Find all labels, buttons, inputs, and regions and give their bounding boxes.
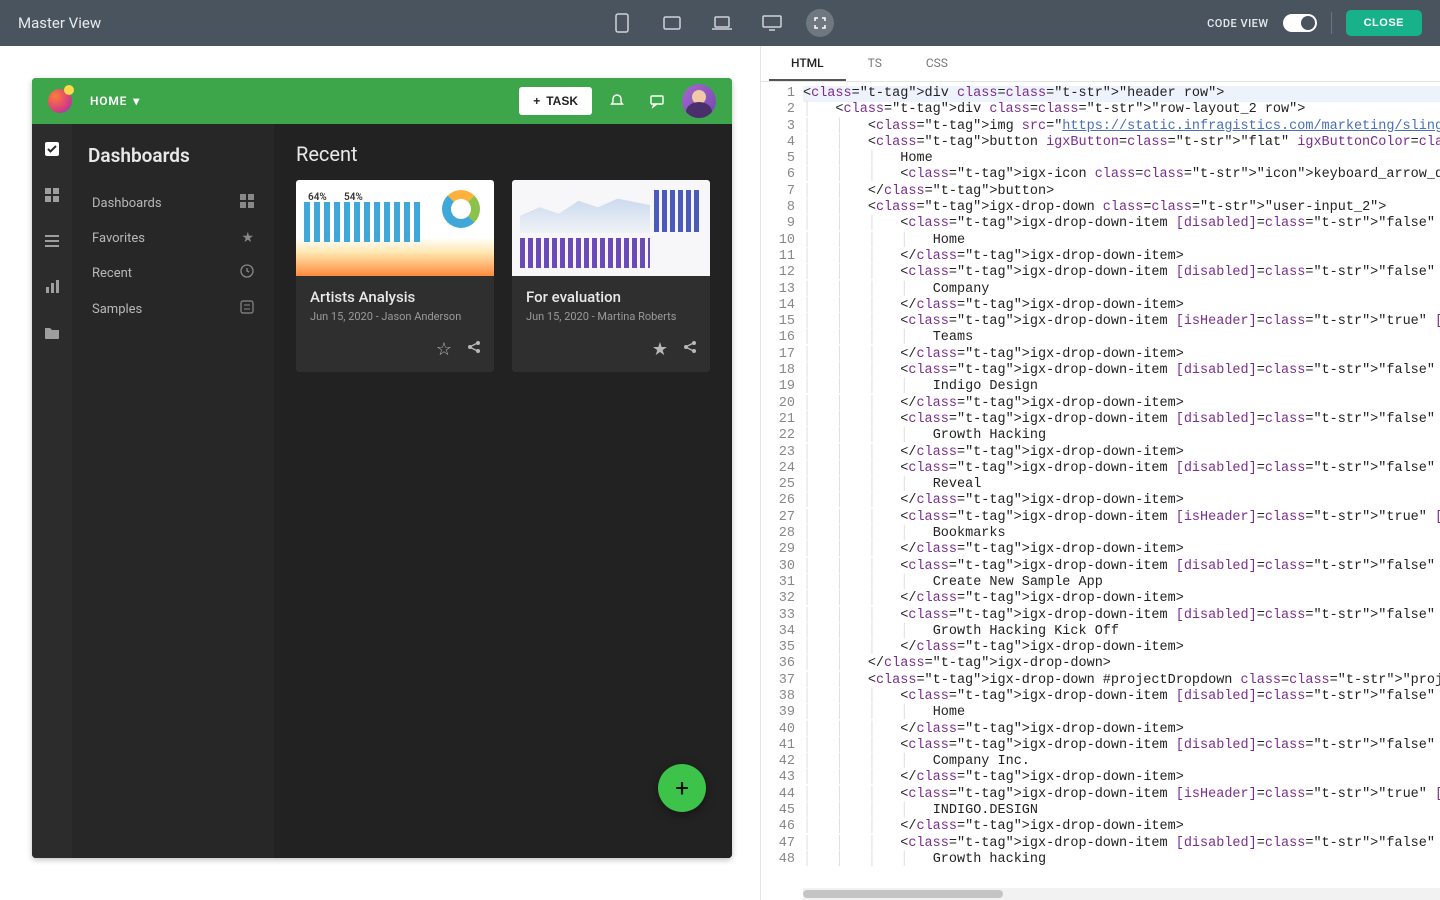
phone-icon[interactable] <box>606 7 638 39</box>
home-dropdown[interactable]: HOME ▾ <box>82 90 148 112</box>
favorite-icon[interactable]: ☆ <box>436 339 452 360</box>
plus-icon: + <box>533 94 540 108</box>
card-subtitle: Jun 15, 2020 - Martina Roberts <box>526 310 696 323</box>
nav-title: Dashboards <box>88 144 258 167</box>
nav-item-label: Favorites <box>92 231 145 246</box>
icon-rail <box>32 124 72 858</box>
fab-add-button[interactable]: + <box>658 764 706 812</box>
chat-icon[interactable] <box>642 86 672 116</box>
code-content: <class="t-tag">div class=class="t-str">"… <box>803 82 1440 900</box>
rail-check-icon[interactable] <box>41 138 63 160</box>
code-view-toggle[interactable] <box>1283 14 1317 32</box>
list-icon <box>240 300 254 318</box>
card-subtitle: Jun 15, 2020 - Jason Anderson <box>310 310 480 323</box>
page-title: Master View <box>18 14 101 32</box>
tab-html[interactable]: HTML <box>769 46 846 81</box>
nav-item-samples[interactable]: Samples <box>88 291 258 327</box>
card-thumbnail: 64% 54% <box>296 180 494 276</box>
divider <box>1331 12 1332 34</box>
rail-folder-icon[interactable] <box>41 322 63 344</box>
laptop-icon[interactable] <box>706 7 738 39</box>
app-preview: HOME ▾ + TASK <box>32 78 732 858</box>
add-task-button[interactable]: + TASK <box>519 87 592 115</box>
star-icon: ★ <box>241 230 254 246</box>
task-label: TASK <box>546 94 578 108</box>
donut-chart-icon <box>442 190 480 228</box>
desktop-icon[interactable] <box>756 7 788 39</box>
card-thumbnail <box>512 180 710 276</box>
rail-list-icon[interactable] <box>41 230 63 252</box>
share-icon[interactable] <box>682 339 698 360</box>
code-editor[interactable]: 1234567891011121314151617181920212223242… <box>761 82 1440 900</box>
preview-pane: HOME ▾ + TASK <box>0 46 760 900</box>
nav-item-favorites[interactable]: Favorites ★ <box>88 221 258 255</box>
code-view-label: CODE VIEW <box>1207 17 1269 30</box>
favorite-icon[interactable]: ★ <box>652 339 668 360</box>
rail-chart-icon[interactable] <box>41 276 63 298</box>
horizontal-scrollbar[interactable] <box>803 888 1440 900</box>
sidebar-nav: Dashboards Dashboards Favorites ★ Recent <box>72 124 274 858</box>
nav-item-recent[interactable]: Recent <box>88 255 258 291</box>
device-switcher <box>606 7 834 39</box>
share-icon[interactable] <box>466 339 482 360</box>
clock-icon <box>240 264 254 282</box>
code-pane: HTML TS CSS 1234567891011121314151617181… <box>760 46 1440 900</box>
content-title: Recent <box>296 142 710 166</box>
content-area: Recent 64% 54% Artists Analysis Jun 15, … <box>274 124 732 858</box>
code-tabs: HTML TS CSS <box>761 46 1440 82</box>
nav-item-label: Recent <box>92 266 132 281</box>
pct-label: 64% <box>308 192 327 203</box>
nav-item-label: Dashboards <box>92 196 162 211</box>
tab-css[interactable]: CSS <box>904 46 970 81</box>
rail-dashboard-icon[interactable] <box>41 184 63 206</box>
line-gutter: 1234567891011121314151617181920212223242… <box>761 82 803 900</box>
app-header: HOME ▾ + TASK <box>32 78 732 124</box>
tablet-icon[interactable] <box>656 7 688 39</box>
card-title: Artists Analysis <box>310 288 480 306</box>
pct-label: 54% <box>344 192 363 203</box>
grid-icon <box>240 194 254 212</box>
expand-icon[interactable] <box>806 9 834 37</box>
close-button[interactable]: CLOSE <box>1346 10 1422 36</box>
dashboard-card[interactable]: 64% 54% Artists Analysis Jun 15, 2020 - … <box>296 180 494 372</box>
tab-ts[interactable]: TS <box>846 46 904 81</box>
notifications-icon[interactable] <box>602 86 632 116</box>
nav-item-label: Samples <box>92 302 142 317</box>
card-title: For evaluation <box>526 288 696 306</box>
nav-item-dashboards[interactable]: Dashboards <box>88 185 258 221</box>
home-label: HOME <box>90 94 127 108</box>
avatar[interactable] <box>682 84 716 118</box>
dashboard-card[interactable]: For evaluation Jun 15, 2020 - Martina Ro… <box>512 180 710 372</box>
chevron-down-icon: ▾ <box>133 94 140 108</box>
app-logo <box>48 89 72 113</box>
